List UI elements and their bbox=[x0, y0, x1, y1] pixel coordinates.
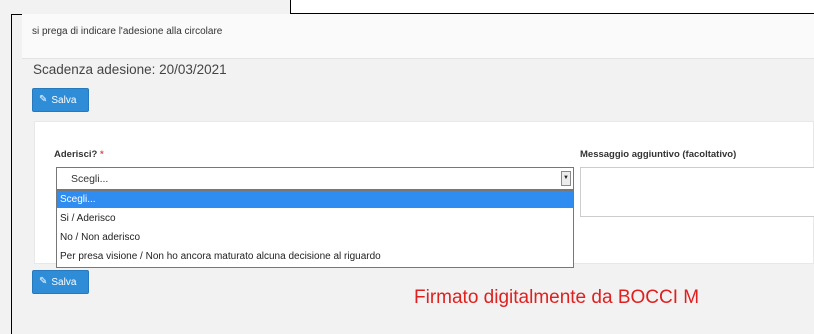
top-box bbox=[290, 0, 814, 14]
chevron-down-icon[interactable]: ▼ bbox=[561, 171, 571, 186]
adhere-label-text: Aderisci? bbox=[54, 149, 98, 160]
digital-signature-text: Firmato digitalmente da BOCCI M bbox=[414, 287, 700, 308]
frame-left-line bbox=[11, 14, 12, 334]
adhere-select[interactable]: Scegli... ▼ bbox=[56, 167, 574, 190]
save-button-label: Salva bbox=[51, 94, 77, 106]
save-button-label: Salva bbox=[51, 276, 77, 288]
circular-message: si prega di indicare l'adesione alla cir… bbox=[32, 26, 223, 37]
message-panel: si prega di indicare l'adesione alla cir… bbox=[22, 14, 814, 59]
additional-message-textarea[interactable] bbox=[580, 167, 814, 217]
select-value: Scegli... bbox=[71, 173, 109, 185]
edit-icon: ✎ bbox=[39, 276, 48, 287]
select-option-no[interactable]: No / Non aderisco bbox=[57, 229, 573, 246]
required-marker: * bbox=[99, 149, 104, 160]
edit-icon: ✎ bbox=[39, 94, 48, 105]
select-option-yes[interactable]: Si / Aderisco bbox=[57, 210, 573, 227]
select-dropdown-list: Scegli... Si / Aderisco No / Non aderisc… bbox=[56, 190, 574, 268]
select-option-choose[interactable]: Scegli... bbox=[57, 191, 573, 208]
select-option-acknowledge[interactable]: Per presa visione / Non ho ancora matura… bbox=[57, 248, 573, 265]
deadline-text: Scadenza adesione: 20/03/2021 bbox=[33, 62, 227, 77]
message-label: Messaggio aggiuntivo (facoltativo) bbox=[580, 149, 737, 160]
adhere-label: Aderisci? * bbox=[54, 149, 104, 160]
save-button-bottom[interactable]: ✎ Salva bbox=[32, 270, 89, 294]
save-button-top[interactable]: ✎ Salva bbox=[32, 88, 89, 112]
